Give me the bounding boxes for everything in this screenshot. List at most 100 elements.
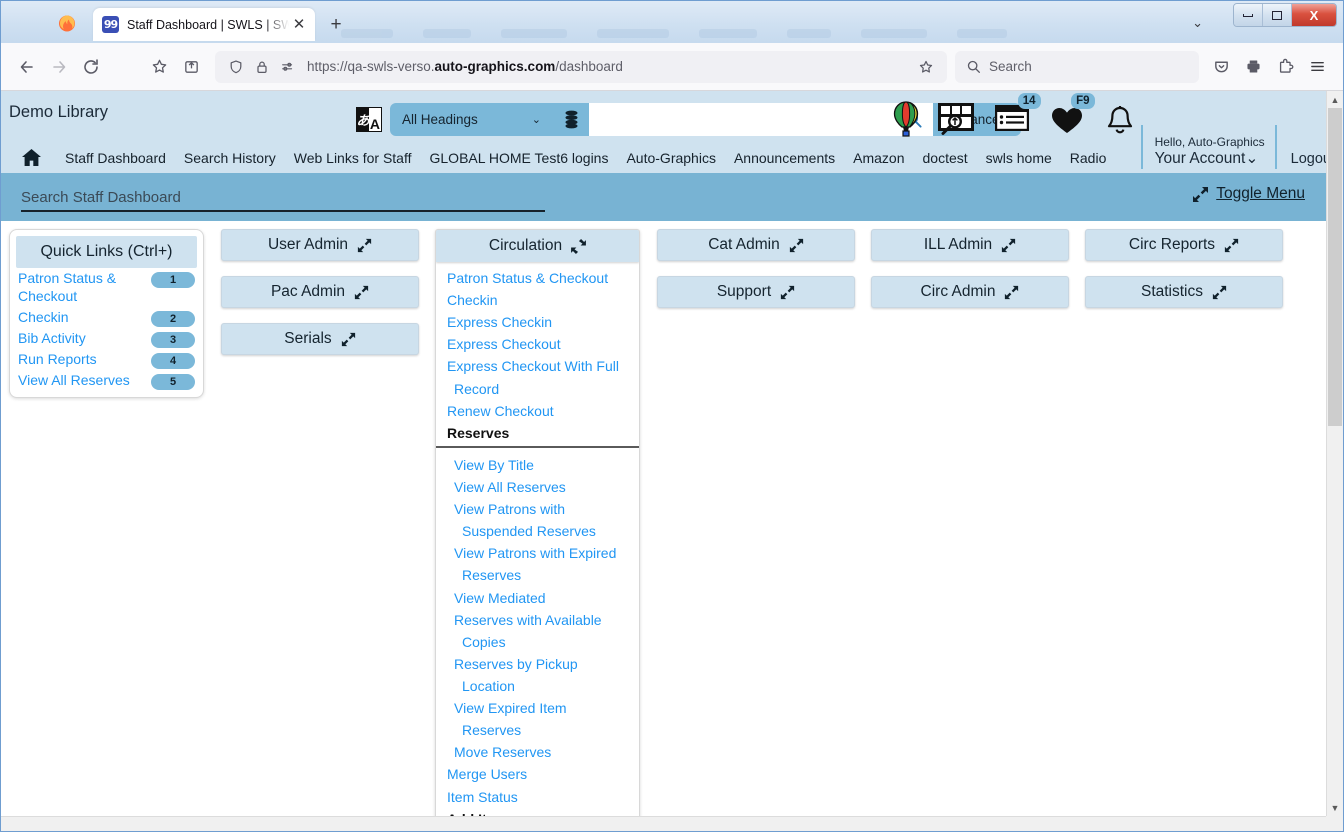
heart-icon[interactable]: F9: [1051, 93, 1095, 134]
url-text[interactable]: https://qa-swls-verso.auto-graphics.com/…: [307, 59, 913, 74]
print-icon[interactable]: [1237, 51, 1269, 83]
circ-link-reserves-by-pickup-location[interactable]: Reserves by Pickup: [436, 653, 639, 675]
nav-link-doctest[interactable]: doctest: [914, 150, 977, 166]
window-maximize-button[interactable]: [1263, 4, 1292, 26]
circ-link-reserves-by-pickup-location-cont[interactable]: Location: [436, 675, 639, 697]
circ-link-view-by-title[interactable]: View By Title: [436, 454, 639, 476]
ill-admin-button[interactable]: ILL Admin: [871, 229, 1069, 261]
new-tab-button[interactable]: +: [325, 13, 347, 35]
extensions-icon[interactable]: [1269, 51, 1301, 83]
quick-link-label[interactable]: Checkin: [18, 308, 69, 326]
nav-link-swls-home[interactable]: swls home: [977, 150, 1061, 166]
circ-link-view-mediated-reserves-with-available-copies[interactable]: View Mediated: [436, 587, 639, 609]
catalog-search-input[interactable]: [589, 103, 893, 136]
home-icon[interactable]: [21, 148, 42, 167]
user-admin-button[interactable]: User Admin: [221, 229, 419, 261]
toggle-menu-button[interactable]: Toggle Menu: [1192, 185, 1305, 203]
language-toggle-icon[interactable]: あ A: [356, 107, 382, 132]
scrollbar-corner: [1326, 816, 1343, 831]
tracking-protection-shield-icon[interactable]: [223, 51, 249, 83]
list-all-tabs-icon[interactable]: ⌄: [1192, 15, 1203, 31]
circ-link-view-expired-item-reserves-cont[interactable]: Reserves: [436, 719, 639, 741]
app-menu-icon[interactable]: [1301, 51, 1333, 83]
serials-button[interactable]: Serials: [221, 323, 419, 355]
circulation-header[interactable]: Circulation: [436, 230, 639, 262]
scroll-down-arrow-icon[interactable]: ▼: [1327, 799, 1343, 816]
quick-link-label[interactable]: Patron Status & Checkout: [18, 269, 138, 306]
quick-link-item[interactable]: Run Reports 4: [16, 349, 197, 370]
nav-link-amazon[interactable]: Amazon: [844, 150, 913, 166]
circ-link-view-expired-item-reserves[interactable]: View Expired Item: [436, 697, 639, 719]
reload-button-icon[interactable]: [75, 51, 107, 83]
quick-link-item[interactable]: Bib Activity 3: [16, 328, 197, 349]
circ-link-view-mediated-reserves-with-available-copies-cont2[interactable]: Copies: [436, 631, 639, 653]
search-scope-select[interactable]: All Headings ⌄: [390, 103, 553, 136]
image-search-icon[interactable]: [937, 95, 975, 137]
window-close-button[interactable]: X: [1292, 4, 1336, 26]
circ-link-renew-checkout[interactable]: Renew Checkout: [436, 400, 639, 422]
circ-link-view-patrons-with-suspended-reserves[interactable]: View Patrons with: [436, 498, 639, 520]
ghost-tab: [699, 28, 757, 38]
circ-link-express-checkout-with-full-record[interactable]: Express Checkout With Full: [436, 355, 639, 377]
statistics-button[interactable]: Statistics: [1085, 276, 1283, 308]
list-card-icon[interactable]: 14: [994, 93, 1041, 131]
circ-section-reserves: Reserves: [436, 422, 639, 448]
save-to-collection-icon[interactable]: [175, 51, 207, 83]
vertical-scrollbar[interactable]: ▲ ▼: [1326, 91, 1343, 816]
site-permissions-icon[interactable]: [275, 51, 301, 83]
nav-link-staff-dashboard[interactable]: Staff Dashboard: [56, 150, 175, 166]
database-icon[interactable]: [553, 103, 589, 136]
quick-link-label[interactable]: View All Reserves: [18, 371, 130, 389]
save-to-pocket-icon[interactable]: [1205, 51, 1237, 83]
circ-link-view-patrons-with-expired-reserves-cont[interactable]: Reserves: [436, 564, 639, 586]
nav-link-web-links-for-staff[interactable]: Web Links for Staff: [285, 150, 421, 166]
forward-button-icon[interactable]: [43, 51, 75, 83]
browser-tab[interactable]: 99 Staff Dashboard | SWLS | SWLS ✕: [93, 8, 315, 41]
circ-link-item-status[interactable]: Item Status: [436, 786, 639, 808]
circ-link-view-all-reserves[interactable]: View All Reserves: [436, 476, 639, 498]
circ-link-express-checkout[interactable]: Express Checkout: [436, 333, 639, 355]
url-bar[interactable]: https://qa-swls-verso.auto-graphics.com/…: [215, 50, 947, 83]
circ-admin-button[interactable]: Circ Admin: [871, 276, 1069, 308]
support-button[interactable]: Support: [657, 276, 855, 308]
back-button-icon[interactable]: [11, 51, 43, 83]
circ-link-checkin[interactable]: Checkin: [436, 289, 639, 311]
circ-link-express-checkout-with-full-record-cont[interactable]: Record: [436, 378, 639, 400]
circ-reports-button[interactable]: Circ Reports: [1085, 229, 1283, 261]
scroll-up-arrow-icon[interactable]: ▲: [1327, 91, 1343, 108]
your-account-link[interactable]: Your Account⌄: [1155, 150, 1265, 169]
quick-link-label[interactable]: Run Reports: [18, 350, 97, 368]
circ-link-patron-status-checkout[interactable]: Patron Status & Checkout: [436, 267, 639, 289]
dashboard-search-input[interactable]: Search Staff Dashboard: [21, 182, 545, 212]
quick-link-item[interactable]: Checkin 2: [16, 307, 197, 328]
nav-link-radio[interactable]: Radio: [1061, 150, 1116, 166]
nav-link-global-home-test6-logins[interactable]: GLOBAL HOME Test6 logins: [421, 150, 618, 166]
vertical-scrollbar-thumb[interactable]: [1328, 108, 1342, 426]
nav-link-announcements[interactable]: Announcements: [725, 150, 844, 166]
nav-link-search-history[interactable]: Search History: [175, 150, 285, 166]
tab-close-icon[interactable]: ✕: [289, 15, 309, 35]
circ-link-merge-users[interactable]: Merge Users: [436, 763, 639, 785]
quick-link-item[interactable]: View All Reserves 5: [16, 370, 197, 391]
serials-label: Serials: [284, 330, 332, 347]
circ-link-move-reserves[interactable]: Move Reserves: [436, 741, 639, 763]
pac-admin-button[interactable]: Pac Admin: [221, 276, 419, 308]
collapse-arrows-icon[interactable]: [571, 238, 587, 254]
window-minimize-button[interactable]: [1234, 4, 1263, 26]
cat-admin-button[interactable]: Cat Admin: [657, 229, 855, 261]
horizontal-scrollbar[interactable]: [1, 816, 1326, 831]
quick-link-label[interactable]: Bib Activity: [18, 329, 86, 347]
account-block[interactable]: Hello, Auto-Graphics Your Account⌄: [1140, 125, 1265, 169]
quick-link-item[interactable]: Patron Status & Checkout 1: [16, 268, 197, 307]
circ-link-view-patrons-with-expired-reserves[interactable]: View Patrons with Expired: [436, 542, 639, 564]
browser-search-bar[interactable]: Search: [955, 50, 1199, 83]
circ-link-view-mediated-reserves-with-available-copies-cont1[interactable]: Reserves with Available: [436, 609, 639, 631]
bell-icon[interactable]: [1105, 95, 1135, 137]
nav-link-auto-graphics[interactable]: Auto-Graphics: [617, 150, 724, 166]
page-bookmark-star-icon[interactable]: [913, 51, 939, 83]
connection-secure-lock-icon[interactable]: [249, 51, 275, 83]
circ-link-express-checkin[interactable]: Express Checkin: [436, 311, 639, 333]
balloon-icon[interactable]: [893, 95, 919, 139]
circ-link-view-patrons-with-suspended-reserves-cont[interactable]: Suspended Reserves: [436, 520, 639, 542]
bookmark-star-icon[interactable]: [143, 51, 175, 83]
